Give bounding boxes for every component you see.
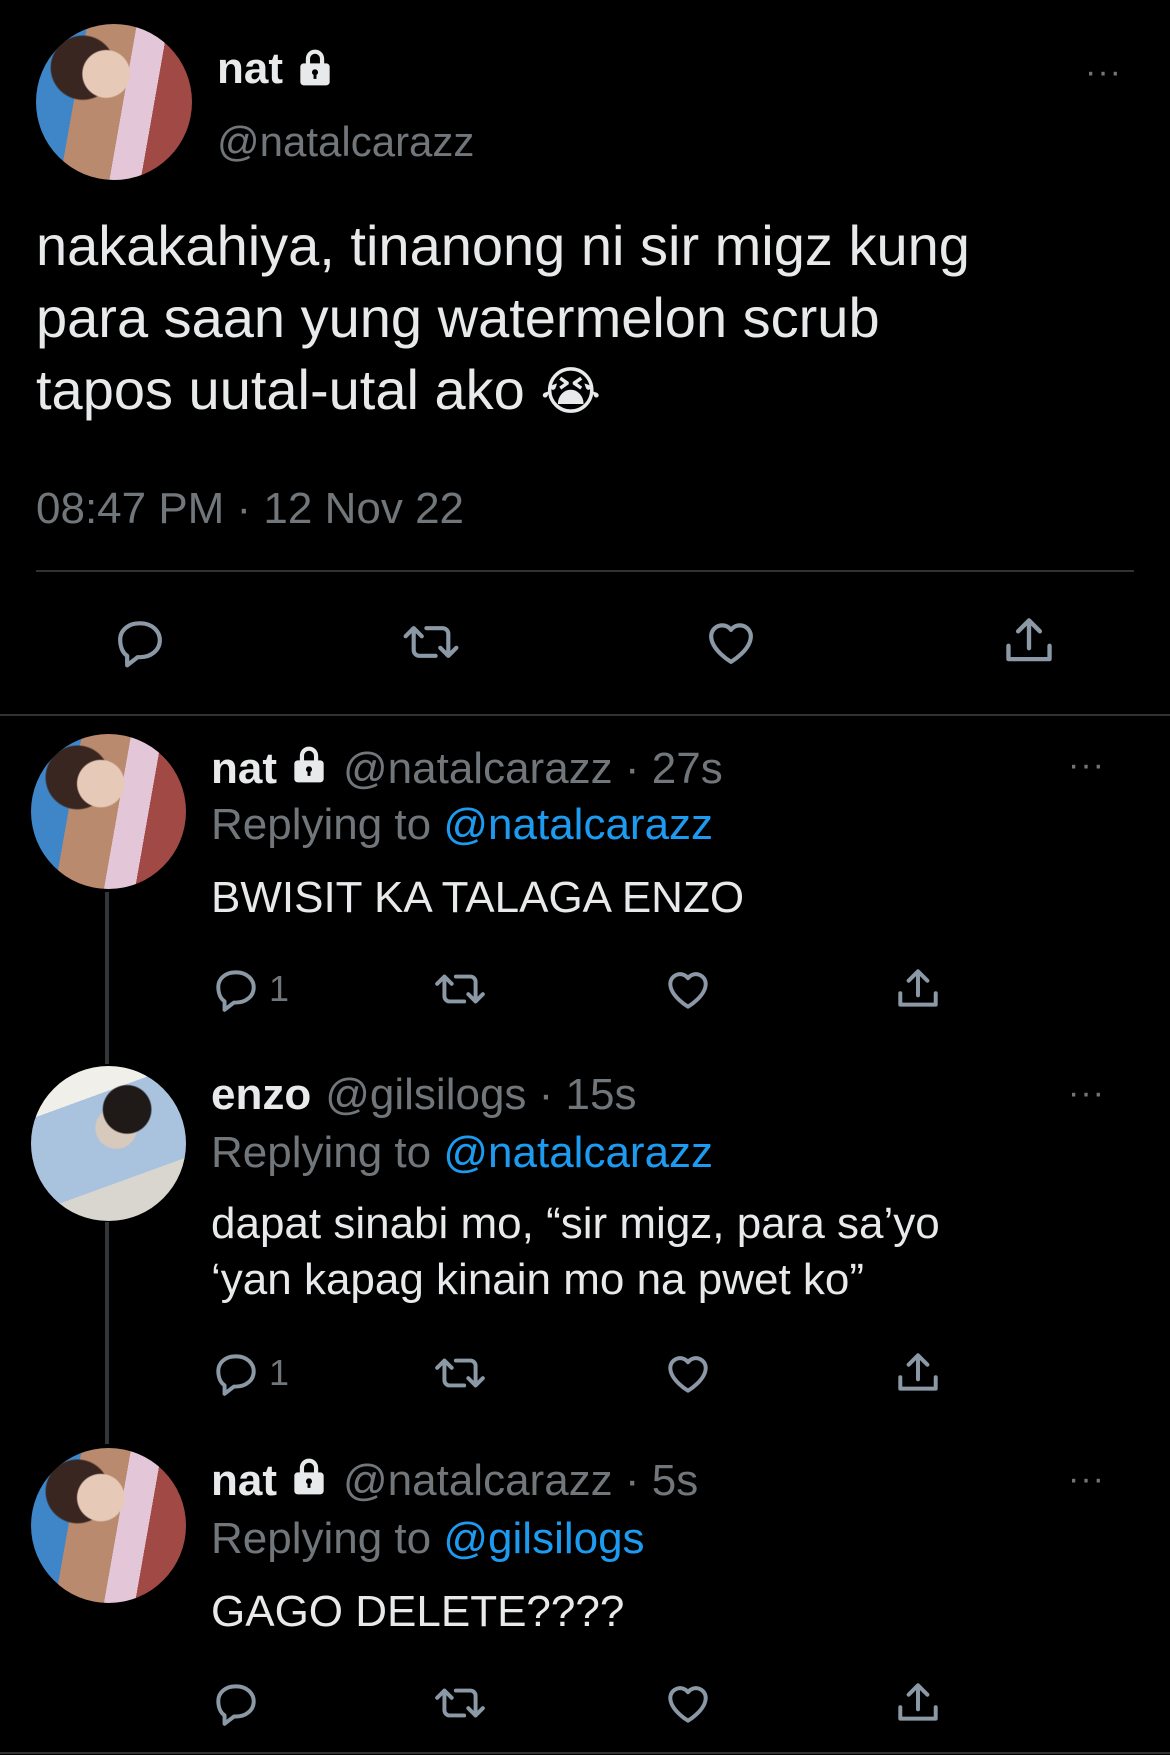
timestamp[interactable]: 08:47 PM · 12 Nov 22 [36, 484, 464, 534]
reply-header: nat @natalcarazz · 27s [211, 744, 723, 794]
display-name[interactable]: nat [211, 744, 277, 794]
share-icon[interactable] [893, 1678, 943, 1728]
replying-to: Replying to @gilsilogs [211, 1514, 645, 1564]
display-name[interactable]: enzo [211, 1070, 311, 1120]
crying-emoji: 😭 [540, 363, 602, 421]
replying-to: Replying to @natalcarazz [211, 800, 713, 850]
like-icon[interactable] [702, 614, 760, 670]
reply-icon[interactable]: 1 [211, 1348, 289, 1398]
handle-time[interactable]: @gilsilogs · 15s [325, 1070, 636, 1120]
reply-icon[interactable]: 1 [211, 964, 289, 1014]
replying-to-handle[interactable]: @gilsilogs [443, 1514, 644, 1563]
reply-header: nat @natalcarazz · 5s [211, 1456, 698, 1506]
reply-icon[interactable] [211, 1678, 261, 1728]
reply-text-line: ‘yan kapag kinain mo na pwet ko” [211, 1255, 865, 1304]
divider [0, 714, 1170, 716]
reply-text: dapat sinabi mo, “sir migz, para sa’yo ‘… [211, 1196, 940, 1308]
reply-count: 1 [269, 1352, 290, 1393]
more-options-icon[interactable]: ··· [1068, 1076, 1105, 1110]
divider [36, 570, 1134, 572]
handle-time[interactable]: @natalcarazz · 27s [343, 744, 723, 794]
more-options-icon[interactable]: ··· [1068, 748, 1105, 782]
share-icon[interactable] [893, 964, 943, 1014]
handle-time[interactable]: @natalcarazz · 5s [343, 1456, 698, 1506]
display-name[interactable]: nat [217, 44, 283, 94]
reply-text-line: BWISIT KA TALAGA ENZO [211, 873, 745, 922]
retweet-icon[interactable] [401, 614, 461, 670]
tweet-text: nakakahiya, tinanong ni sir migz kung pa… [36, 210, 1146, 428]
reply-text-line: GAGO DELETE???? [211, 1587, 625, 1636]
avatar[interactable] [31, 1448, 186, 1603]
retweet-icon[interactable] [433, 1348, 487, 1398]
reply-text: GAGO DELETE???? [211, 1584, 624, 1640]
tweet-text-line: nakakahiya, tinanong ni sir migz kung [36, 214, 970, 277]
replying-to: Replying to @natalcarazz [211, 1128, 713, 1178]
share-icon[interactable] [893, 1348, 943, 1398]
avatar[interactable] [31, 734, 186, 889]
author-header: nat [217, 44, 337, 94]
handle[interactable]: @natalcarazz [217, 118, 474, 166]
reply-header: enzo @gilsilogs · 15s [211, 1070, 636, 1120]
thread-line [105, 892, 109, 1064]
like-icon[interactable] [663, 1348, 713, 1398]
divider [0, 1752, 1170, 1754]
like-icon[interactable] [663, 1678, 713, 1728]
tweet-text-line: tapos uutal-utal ako [36, 358, 525, 421]
replying-to-label: Replying to [211, 1128, 432, 1177]
reply-action-bar: 1 [211, 1348, 951, 1404]
retweet-icon[interactable] [433, 1678, 487, 1728]
reply-action-bar: 1 [211, 964, 951, 1020]
replying-to-label: Replying to [211, 1514, 432, 1563]
avatar[interactable] [31, 1066, 186, 1221]
replying-to-handle[interactable]: @natalcarazz [443, 800, 713, 849]
reply-action-bar [211, 1678, 951, 1734]
replying-to-handle[interactable]: @natalcarazz [443, 1128, 713, 1177]
like-icon[interactable] [663, 964, 713, 1014]
display-name[interactable]: nat [211, 1456, 277, 1506]
lock-icon [287, 1454, 331, 1509]
tweet-text-line: para saan yung watermelon scrub [36, 286, 880, 349]
retweet-icon[interactable] [433, 964, 487, 1014]
reply-text: BWISIT KA TALAGA ENZO [211, 870, 744, 926]
more-options-icon[interactable]: ··· [1085, 55, 1122, 89]
tweet-text-line: tapos uutal-utal ako 😭 [36, 354, 1146, 428]
replying-to-label: Replying to [211, 800, 432, 849]
share-icon[interactable] [1000, 612, 1058, 670]
reply-icon[interactable] [112, 614, 168, 670]
more-options-icon[interactable]: ··· [1068, 1462, 1105, 1496]
lock-icon [293, 45, 337, 94]
reply-count: 1 [269, 968, 290, 1009]
lock-icon [287, 742, 331, 797]
avatar[interactable] [36, 24, 192, 180]
reply-text-line: dapat sinabi mo, “sir migz, para sa’yo [211, 1199, 940, 1248]
thread-line [105, 1222, 109, 1444]
